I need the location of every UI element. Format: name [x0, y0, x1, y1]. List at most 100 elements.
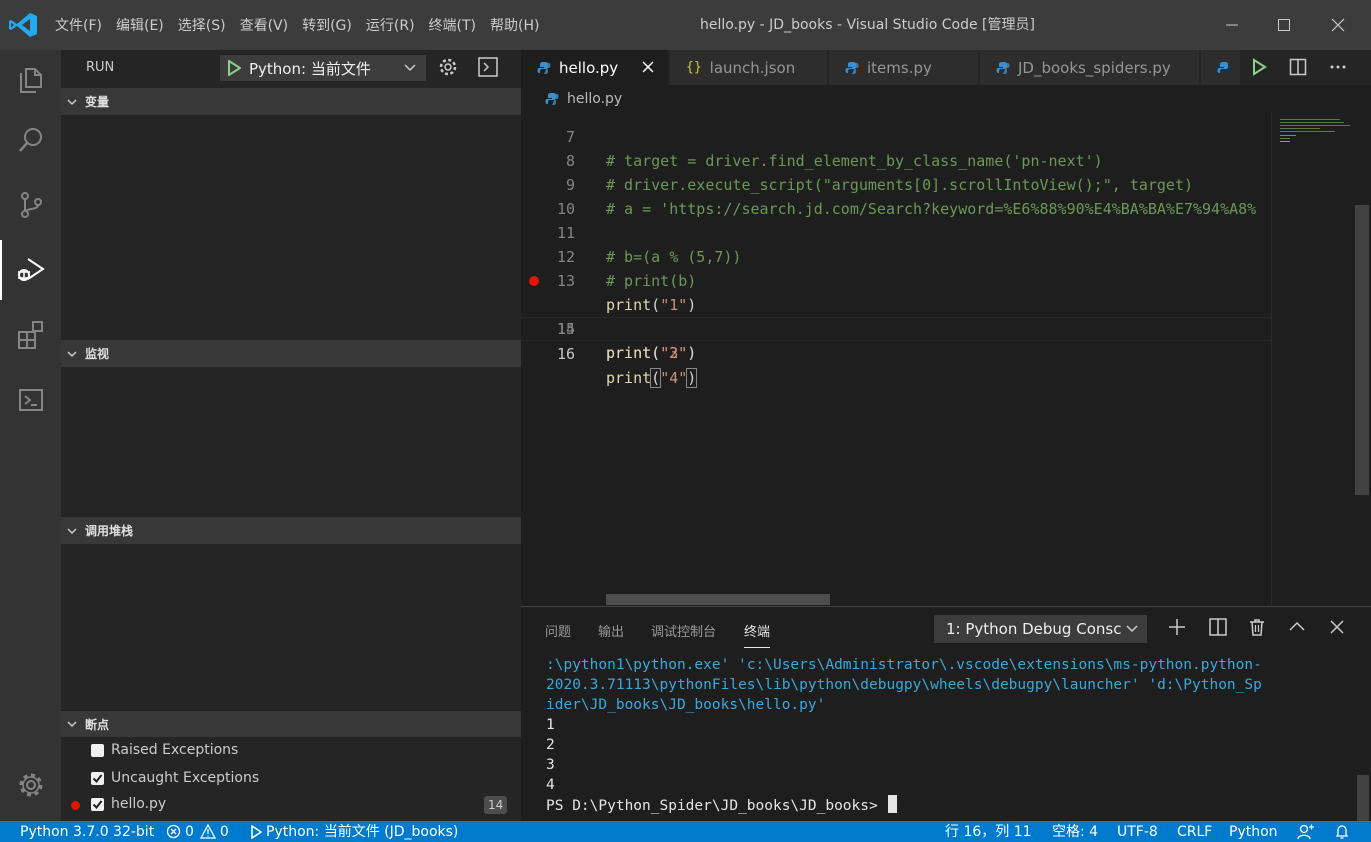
call-stack-view	[61, 544, 521, 710]
close-icon[interactable]	[640, 59, 656, 75]
terminal-line: :\python1\python.exe' 'c:\Users\Administ…	[546, 657, 1262, 673]
code-line: 10	[521, 173, 1271, 218]
code-editor[interactable]: 7 # target = driver.find_element_by_clas…	[521, 113, 1271, 606]
explorer-button[interactable]	[0, 50, 61, 110]
check-icon	[92, 800, 103, 810]
menu-file[interactable]: 文件(F)	[48, 15, 109, 35]
variables-section-header[interactable]: 变量	[61, 88, 521, 115]
vertical-scrollbar[interactable]	[1355, 205, 1369, 495]
watch-section-header[interactable]: 监视	[61, 340, 521, 367]
error-count: 0	[185, 823, 194, 840]
maximize-button[interactable]	[1258, 0, 1310, 50]
close-window-button[interactable]	[1312, 0, 1364, 50]
terminal-output[interactable]: :\python1\python.exe' 'c:\Users\Administ…	[546, 655, 1356, 815]
indentation[interactable]: 空格: 4	[1052, 821, 1098, 842]
menu-terminal[interactable]: 终端(T)	[422, 15, 483, 35]
breakpoints-section-header[interactable]: 断点	[61, 710, 521, 737]
tab-items-py[interactable]: items.py	[829, 50, 979, 85]
variables-section-title: 变量	[85, 95, 110, 109]
code-line: 15 print("3")	[521, 293, 1271, 362]
unchecked-checkbox[interactable]	[91, 744, 104, 757]
terminal-line: 4	[546, 777, 555, 793]
debug-icon	[17, 258, 45, 281]
minimap-line	[1280, 122, 1344, 123]
trash-icon[interactable]	[1247, 617, 1267, 637]
tab-overflow[interactable]	[1201, 50, 1241, 85]
notifications-button[interactable]	[1334, 821, 1354, 842]
encoding[interactable]: UTF-8	[1117, 821, 1158, 842]
line-number: 16	[556, 345, 575, 363]
remote-terminal-button[interactable]	[0, 370, 61, 430]
problems-indicator[interactable]: 0 0	[166, 821, 229, 842]
breakpoint-uncaught-exceptions[interactable]: Uncaught Exceptions	[61, 766, 521, 792]
tab-hello-py[interactable]: hello.py	[521, 50, 669, 85]
run-toolbar: RUN Python: 当前文件	[61, 50, 521, 88]
extensions-icon	[17, 321, 43, 349]
run-debug-button[interactable]	[0, 240, 61, 300]
menu-edit[interactable]: 编辑(E)	[109, 15, 171, 35]
end-of-line[interactable]: CRLF	[1177, 821, 1212, 842]
python-icon	[1217, 61, 1228, 73]
horizontal-scrollbar[interactable]	[606, 594, 830, 605]
split-editor-icon[interactable]	[1289, 58, 1307, 76]
vscode-logo-icon[interactable]	[8, 12, 38, 38]
call-stack-section-header[interactable]: 调用堆栈	[61, 517, 521, 544]
source-control-button[interactable]	[0, 175, 61, 235]
editor-area: hello.py {} launch.json items.py JD_book…	[521, 50, 1371, 606]
python-icon	[845, 61, 859, 74]
minimap-line	[1280, 141, 1290, 142]
cursor-position[interactable]: 行 16，列 11	[945, 821, 1032, 842]
minimap-line	[1280, 119, 1340, 120]
python-interpreter[interactable]: Python 3.7.0 32-bit	[20, 821, 154, 842]
menu-run[interactable]: 运行(R)	[359, 15, 422, 35]
menu-help[interactable]: 帮助(H)	[483, 15, 546, 35]
breakpoint-raised-exceptions[interactable]: Raised Exceptions	[61, 738, 521, 764]
breakpoint-dot-icon[interactable]	[529, 276, 539, 286]
code-line: 11 # b=(a % (5,7))	[521, 197, 1271, 266]
breadcrumb-file[interactable]: hello.py	[567, 91, 622, 107]
current-code-line: 16 print("4")	[521, 317, 1271, 388]
run-file-icon[interactable]	[1251, 58, 1267, 76]
breakpoint-label: hello.py	[111, 796, 167, 812]
terminal-select[interactable]: 1: Python Debug Consc	[934, 615, 1147, 643]
close-panel-icon[interactable]	[1327, 617, 1347, 637]
terminal-line: 2	[546, 737, 555, 753]
terminal-scrollbar[interactable]	[1357, 775, 1369, 821]
language-mode[interactable]: Python	[1229, 821, 1278, 842]
code-line: 14 print("2")	[521, 269, 1271, 362]
debug-console-icon[interactable]	[477, 56, 499, 78]
new-terminal-icon[interactable]	[1167, 617, 1187, 637]
open-launch-json-icon[interactable]	[437, 56, 459, 78]
maximize-panel-icon[interactable]	[1287, 617, 1307, 637]
checked-checkbox[interactable]	[91, 798, 104, 811]
minimize-button[interactable]	[1206, 0, 1258, 50]
search-button[interactable]	[0, 110, 61, 170]
tab-launch-json[interactable]: {} launch.json	[670, 50, 828, 85]
menu-go[interactable]: 转到(G)	[295, 15, 359, 35]
terminal-select-value: 1: Python Debug Consc	[946, 620, 1122, 638]
feedback-button[interactable]	[1297, 821, 1319, 842]
menu-selection[interactable]: 选择(S)	[171, 15, 233, 35]
extensions-button[interactable]	[0, 305, 61, 365]
tab-output[interactable]: 输出	[598, 621, 624, 640]
menu-view[interactable]: 查看(V)	[233, 15, 296, 35]
terminal-line: ider\JD_books\JD_books\hello.py'	[546, 697, 826, 713]
breakpoint-hello-py[interactable]: hello.py 14	[61, 792, 521, 818]
checked-checkbox[interactable]	[91, 772, 104, 785]
debug-config-status[interactable]: Python: 当前文件 (JD_books)	[250, 821, 458, 842]
tab-jd-books-spiders-py[interactable]: JD_books_spiders.py	[980, 50, 1200, 85]
start-debugging-icon[interactable]	[227, 60, 241, 76]
more-actions-icon[interactable]	[1329, 58, 1347, 76]
python-icon	[545, 93, 559, 105]
watch-section-title: 监视	[85, 347, 110, 361]
tab-problems[interactable]: 问题	[545, 621, 571, 640]
code-line: 8 # driver.execute_script("arguments[0].…	[521, 125, 1271, 194]
search-icon	[18, 128, 42, 152]
split-terminal-icon[interactable]	[1208, 617, 1228, 637]
breadcrumb: hello.py	[521, 85, 1371, 113]
tab-debug-console[interactable]: 调试控制台	[651, 621, 716, 640]
code-line: 7 # target = driver.find_element_by_clas…	[521, 113, 1271, 170]
tab-terminal[interactable]: 终端	[744, 621, 771, 648]
manage-button[interactable]	[0, 755, 61, 815]
launch-config-select[interactable]: Python: 当前文件	[220, 55, 426, 81]
